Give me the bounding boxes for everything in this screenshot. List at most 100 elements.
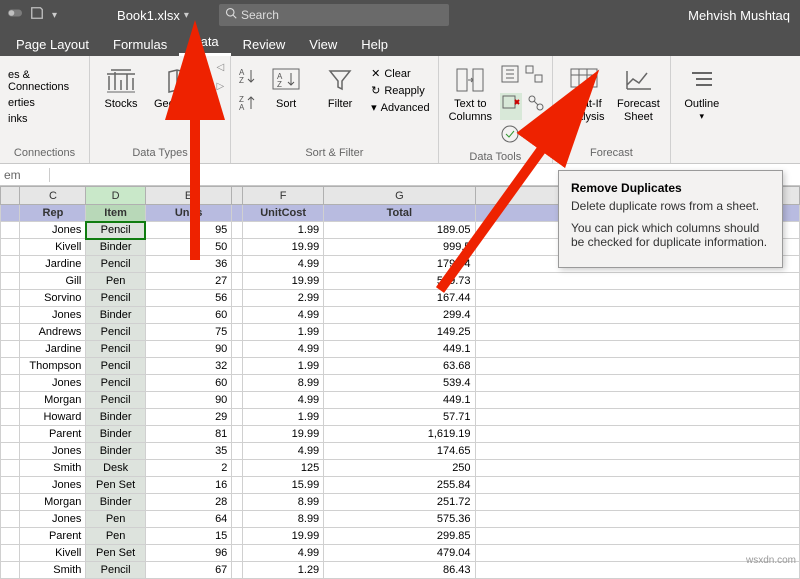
cell[interactable]: 50 [145, 239, 231, 256]
cell[interactable]: Parent [20, 528, 86, 545]
cell[interactable]: 15.99 [243, 477, 324, 494]
cell[interactable]: 4.99 [243, 545, 324, 562]
cell[interactable]: 179.64 [324, 256, 475, 273]
cell[interactable] [1, 375, 20, 392]
cell[interactable]: Pen [86, 511, 145, 528]
cell[interactable]: 449.1 [324, 392, 475, 409]
cell[interactable]: Pencil [86, 375, 145, 392]
column-header[interactable] [1, 187, 20, 205]
cell[interactable]: 4.99 [243, 307, 324, 324]
cell[interactable]: 167.44 [324, 290, 475, 307]
cell[interactable]: 19.99 [243, 426, 324, 443]
cell[interactable]: 4.99 [243, 256, 324, 273]
outline-button[interactable]: Outline▾ [677, 62, 727, 124]
tab-data[interactable]: Data [179, 30, 230, 56]
cell[interactable]: 479.04 [324, 545, 475, 562]
header-cell[interactable] [232, 205, 243, 222]
cell[interactable]: 149.25 [324, 324, 475, 341]
table-row[interactable]: GillPen2719.99539.73 [1, 273, 800, 290]
cell[interactable] [232, 273, 243, 290]
reapply-button[interactable]: ↻Reapply [369, 83, 431, 98]
cell[interactable]: Pencil [86, 290, 145, 307]
cell[interactable]: 35 [145, 443, 231, 460]
cell[interactable]: Parent [20, 426, 86, 443]
cell[interactable]: 56 [145, 290, 231, 307]
table-row[interactable]: KivellPen Set964.99479.04 [1, 545, 800, 562]
sort-az-button[interactable]: AZ [237, 66, 257, 91]
cell[interactable]: Jones [20, 222, 86, 239]
cell[interactable]: Pencil [86, 324, 145, 341]
cell[interactable] [1, 307, 20, 324]
cell[interactable]: Binder [86, 409, 145, 426]
cell[interactable] [232, 477, 243, 494]
cell[interactable]: 60 [145, 307, 231, 324]
cell[interactable]: Jones [20, 375, 86, 392]
consolidate-button[interactable] [524, 64, 544, 89]
cell[interactable]: 8.99 [243, 511, 324, 528]
dropdown-icon[interactable]: ▾ [52, 10, 57, 21]
table-row[interactable]: JonesBinder354.99174.65 [1, 443, 800, 460]
cell[interactable]: Pencil [86, 392, 145, 409]
cell[interactable] [232, 562, 243, 579]
cell[interactable] [232, 341, 243, 358]
cell[interactable] [232, 494, 243, 511]
cell[interactable]: 90 [145, 392, 231, 409]
cell[interactable]: Thompson [20, 358, 86, 375]
cell[interactable]: Pencil [86, 222, 145, 239]
table-row[interactable]: JonesPen648.99575.36 [1, 511, 800, 528]
cell[interactable] [232, 290, 243, 307]
cell[interactable]: 32 [145, 358, 231, 375]
cell[interactable] [475, 290, 799, 307]
column-header[interactable]: E [145, 187, 231, 205]
remove-duplicates-button[interactable] [500, 93, 522, 120]
search-input[interactable] [241, 8, 449, 22]
advanced-filter-button[interactable]: ▾Advanced [369, 100, 431, 115]
cell[interactable] [475, 341, 799, 358]
cell[interactable] [232, 307, 243, 324]
cell[interactable]: 299.4 [324, 307, 475, 324]
autosave-toggle-icon[interactable] [8, 6, 22, 25]
cell[interactable] [232, 256, 243, 273]
user-name[interactable]: Mehvish Mushtaq [688, 8, 790, 23]
cell[interactable]: Morgan [20, 392, 86, 409]
table-row[interactable]: ParentPen1519.99299.85 [1, 528, 800, 545]
cell[interactable]: 299.85 [324, 528, 475, 545]
cell[interactable] [475, 392, 799, 409]
table-row[interactable]: AndrewsPencil751.99149.25 [1, 324, 800, 341]
tab-formulas[interactable]: Formulas [101, 33, 179, 56]
cell[interactable]: 1.99 [243, 222, 324, 239]
cell[interactable]: Pen Set [86, 545, 145, 562]
cell[interactable]: Jones [20, 307, 86, 324]
table-row[interactable]: JonesPencil608.99539.4 [1, 375, 800, 392]
cell[interactable]: Pen Set [86, 477, 145, 494]
cell[interactable] [475, 511, 799, 528]
cell[interactable]: 95 [145, 222, 231, 239]
tab-page-layout[interactable]: Page Layout [4, 33, 101, 56]
cell[interactable] [232, 409, 243, 426]
cell[interactable] [1, 443, 20, 460]
cell[interactable] [1, 511, 20, 528]
text-to-columns-button[interactable]: Text to Columns [445, 62, 496, 126]
cell[interactable]: 2 [145, 460, 231, 477]
cell[interactable]: 539.73 [324, 273, 475, 290]
cell[interactable]: 96 [145, 545, 231, 562]
queries-connections-button[interactable]: es & Connections [6, 68, 83, 94]
cell[interactable] [475, 528, 799, 545]
cell[interactable]: 64 [145, 511, 231, 528]
cell[interactable] [232, 358, 243, 375]
cell[interactable]: Gill [20, 273, 86, 290]
table-row[interactable]: SorvinoPencil562.99167.44 [1, 290, 800, 307]
cell[interactable] [232, 528, 243, 545]
tab-help[interactable]: Help [349, 33, 400, 56]
what-if-analysis-button[interactable]: What-If Analysis [559, 62, 609, 126]
cell[interactable] [475, 273, 799, 290]
cell[interactable] [232, 511, 243, 528]
cell[interactable] [475, 426, 799, 443]
cell[interactable] [475, 307, 799, 324]
cell[interactable] [1, 290, 20, 307]
stocks-button[interactable]: Stocks [96, 62, 146, 113]
cell[interactable]: Sorvino [20, 290, 86, 307]
cell[interactable] [1, 222, 20, 239]
cell[interactable]: 86.43 [324, 562, 475, 579]
cell[interactable]: 4.99 [243, 443, 324, 460]
